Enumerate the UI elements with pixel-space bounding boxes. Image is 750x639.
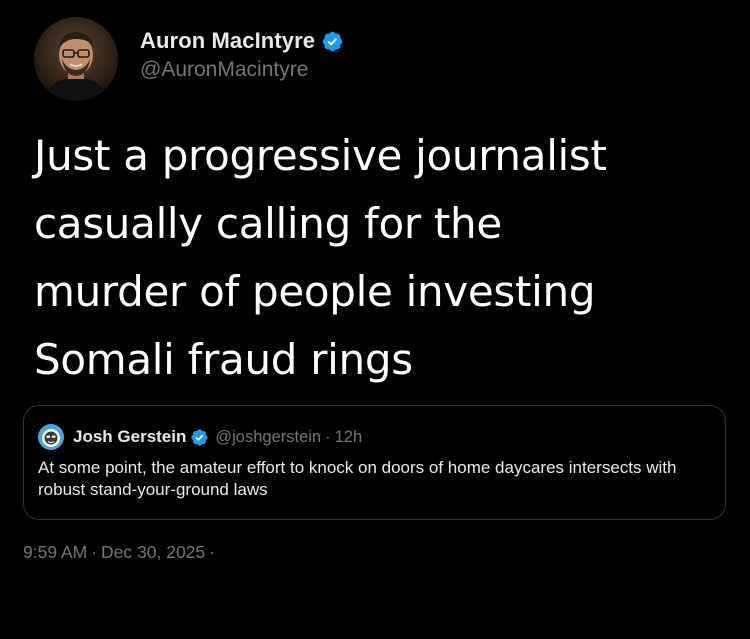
author-display-name[interactable]: Auron MacIntyre <box>140 28 315 54</box>
tweet[interactable]: Auron MacIntyre @AuronMacintyre Just a p… <box>0 0 750 639</box>
meta-separator: · <box>91 542 98 562</box>
quoted-tweet-card[interactable]: Josh Gerstein @joshgerstein · 12h At som… <box>23 405 726 520</box>
quoted-author-display-name[interactable]: Josh Gerstein <box>73 427 186 447</box>
quoted-tweet-text: At some point, the amateur effort to kno… <box>38 458 677 499</box>
tweet-text: Just a progressive journalist casually c… <box>34 131 607 384</box>
tweet-date[interactable]: Dec 30, 2025 <box>101 542 205 563</box>
quoted-author-handle[interactable]: @joshgerstein <box>215 428 321 447</box>
quoted-separator: · <box>325 427 331 446</box>
tweet-meta: 9:59 AM · Dec 30, 2025 · <box>23 542 219 563</box>
verified-badge-icon <box>321 30 344 53</box>
meta-trailing-separator: · <box>209 542 215 562</box>
tweet-time[interactable]: 9:59 AM <box>23 542 87 563</box>
quote-avatar[interactable] <box>38 424 64 450</box>
name-row: Auron MacIntyre <box>140 28 344 54</box>
quoted-tweet-header: Josh Gerstein @joshgerstein · 12h <box>38 424 362 450</box>
tweet-header: Auron MacIntyre @AuronMacintyre <box>34 17 344 101</box>
author-handle[interactable]: @AuronMacintyre <box>140 58 344 82</box>
quoted-relative-time[interactable]: 12h <box>335 428 363 447</box>
user-info: Auron MacIntyre @AuronMacintyre <box>140 28 344 82</box>
verified-badge-icon <box>190 428 209 447</box>
avatar[interactable] <box>34 17 118 101</box>
